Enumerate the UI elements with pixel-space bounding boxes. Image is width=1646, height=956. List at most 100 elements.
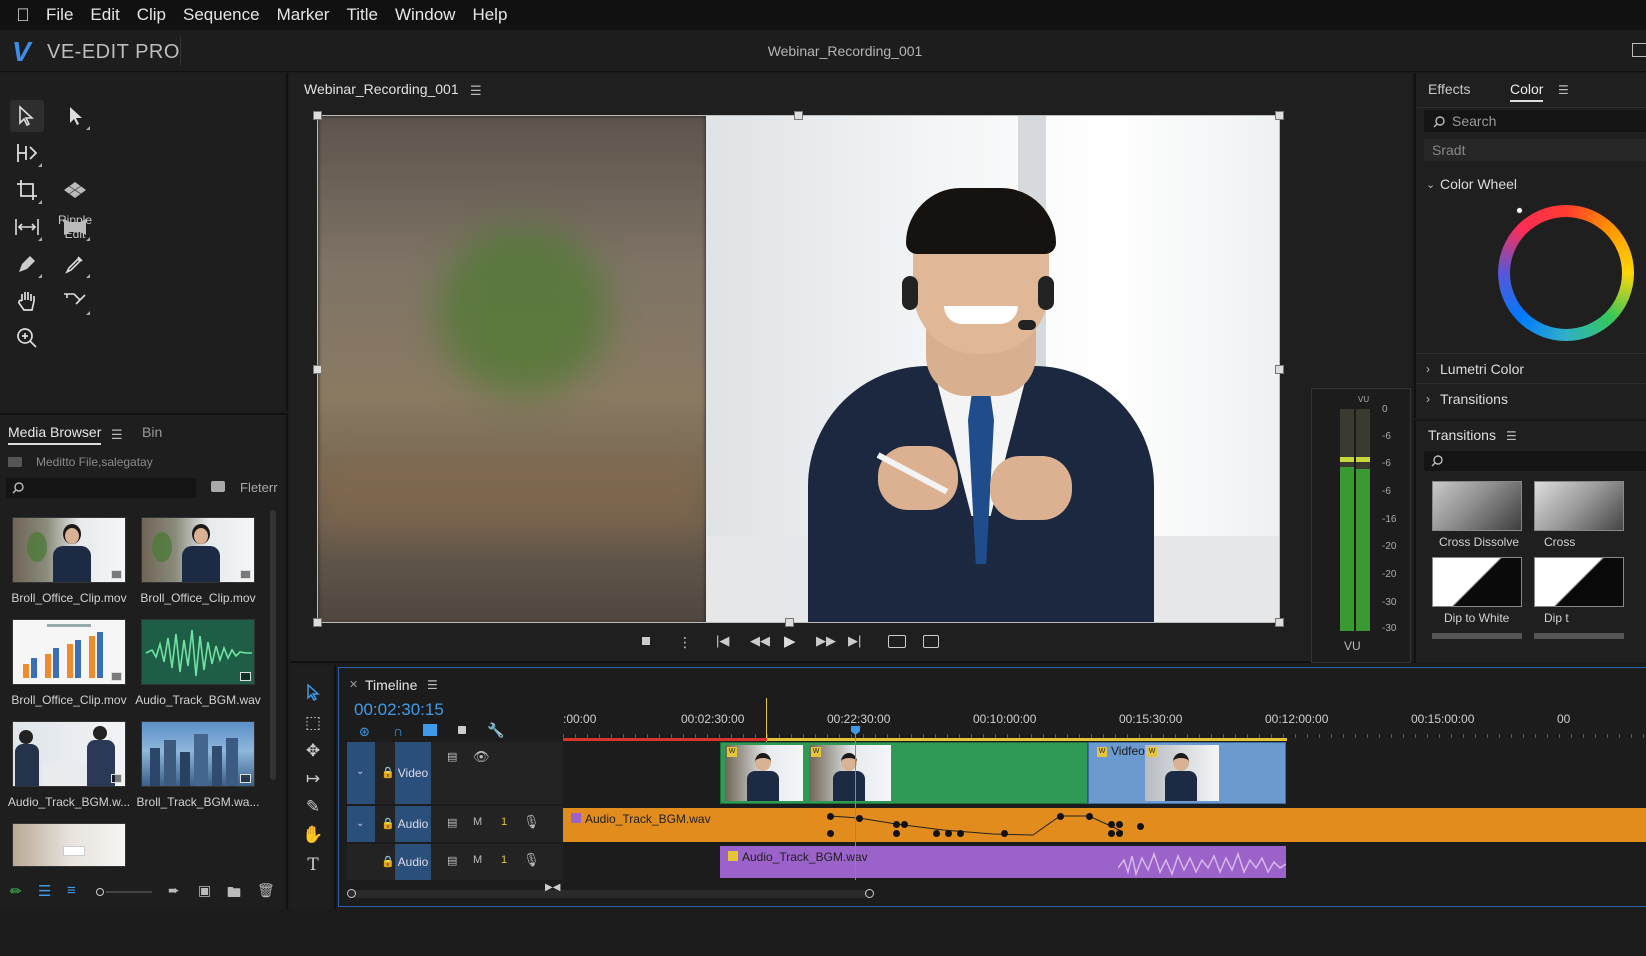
media-search-input[interactable] [6, 478, 196, 498]
keyframe[interactable] [1116, 830, 1123, 837]
sync-lock-icon[interactable]: ▤ [447, 816, 457, 829]
icon-view-icon[interactable]: ≡ [67, 882, 76, 899]
find-icon[interactable]: ▣ [198, 882, 211, 899]
media-thumb-5[interactable] [12, 721, 126, 787]
new-bin-icon[interactable]: 🖿 [227, 882, 241, 906]
step-back-icon[interactable]: ◀◀ [750, 633, 770, 649]
section-lumetri-color[interactable]: Lumetri Color [1440, 361, 1524, 377]
hand-tool-icon[interactable] [10, 285, 44, 317]
timeline-stretch-icon[interactable]: ↦ [300, 769, 326, 793]
slide-tool-icon[interactable] [58, 211, 92, 243]
transform-handle-bc[interactable] [785, 618, 794, 627]
linked-selection-icon[interactable] [423, 724, 437, 736]
transitions-scroll[interactable] [1432, 633, 1522, 639]
timeline-hand-icon[interactable]: ✋ [300, 825, 326, 849]
keyframe[interactable] [957, 830, 964, 837]
scroll-handle-right[interactable] [865, 889, 874, 898]
keyframe[interactable] [901, 821, 908, 828]
pencil-icon[interactable]: ✏ [10, 883, 22, 900]
go-to-out-icon[interactable]: ▶| [848, 633, 861, 649]
timeline-end-icon[interactable]: ▶◀ [545, 882, 560, 893]
media-thumb-7[interactable] [12, 823, 126, 867]
scroll-handle-left[interactable] [347, 889, 356, 898]
transform-handle-tc[interactable] [794, 111, 803, 120]
more-options-icon[interactable]: ⋮ [678, 634, 692, 651]
zoom-tool-icon[interactable] [10, 322, 44, 354]
list-view-icon[interactable]: ☰ [38, 882, 51, 900]
collapse-icon[interactable]: ⌄ [356, 818, 364, 829]
media-thumb-6[interactable] [141, 721, 255, 787]
timeline-ruler[interactable]: :00:00 00:02:30:00 00:22:30:00 00:10:00:… [563, 698, 1646, 742]
lock-icon[interactable]: 🔒 [381, 855, 395, 868]
crop-tool-icon[interactable] [10, 174, 44, 206]
pen-tool-icon[interactable] [10, 248, 44, 280]
rate-stretch-icon[interactable] [10, 211, 44, 243]
wrench-icon[interactable]: 🔧 [487, 722, 504, 739]
transitions-menu-icon[interactable]: ☰ [1506, 429, 1517, 443]
trash-icon[interactable]: 🗑 [257, 882, 275, 899]
transition-cross-dissolve[interactable] [1432, 481, 1522, 531]
keyframe[interactable] [856, 815, 863, 822]
transform-handle-tl[interactable] [313, 111, 322, 120]
timeline-menu-icon[interactable]: ☰ [427, 678, 438, 692]
timeline-select-icon[interactable] [300, 683, 326, 707]
color-panel-menu-icon[interactable]: ☰ [1558, 83, 1569, 97]
timeline-marquee-icon[interactable]: ⬚ [300, 713, 326, 737]
keyframe[interactable] [893, 830, 900, 837]
snap-icon[interactable]: ⊛ [359, 724, 370, 740]
transform-handle-tr[interactable] [1275, 111, 1284, 120]
video-clip-blue[interactable]: W Vidfeo W [1088, 742, 1286, 804]
menu-title[interactable]: Title [346, 5, 378, 25]
keyframe[interactable] [827, 813, 834, 820]
audio-clip-bgm-2[interactable]: Audio_Track_BGM.wav [720, 846, 1286, 878]
go-to-in-icon[interactable]: |◀ [716, 633, 729, 649]
transition-dip-to-white[interactable] [1432, 557, 1522, 607]
timeline-move-icon[interactable]: ✥ [300, 741, 326, 765]
keyframe[interactable] [1001, 830, 1008, 837]
keyframe[interactable] [1108, 821, 1115, 828]
timeline-timecode[interactable]: 00:02:30:15 [354, 700, 444, 720]
mute-button[interactable]: M [473, 816, 482, 828]
insert-icon[interactable] [888, 635, 906, 648]
camera-icon[interactable] [211, 481, 225, 492]
menu-marker[interactable]: Marker [277, 5, 330, 25]
tab-media-browser[interactable]: Media Browser [8, 424, 102, 445]
effects-field[interactable]: Sradt [1424, 139, 1646, 161]
play-icon[interactable]: ▶ [784, 632, 796, 650]
menu-help[interactable]: Help [472, 5, 507, 25]
lock-icon[interactable]: 🔒 [381, 817, 395, 830]
media-scrollbar[interactable] [270, 510, 276, 780]
tab-bin[interactable]: Bin [142, 424, 162, 440]
timeline-type-icon[interactable]: T [300, 855, 326, 879]
section-transitions[interactable]: Transitions [1440, 391, 1508, 407]
transitions-search-input[interactable] [1424, 451, 1646, 471]
keyframe[interactable] [1137, 823, 1144, 830]
slip-tool-icon[interactable] [58, 174, 92, 206]
stop-icon[interactable] [642, 637, 650, 645]
filter-label[interactable]: Fleterr [240, 480, 278, 495]
track-select-icon[interactable] [58, 100, 92, 132]
track-name-audio-1[interactable]: Audio [395, 806, 431, 842]
media-thumb-3[interactable] [12, 619, 126, 685]
color-wheel-handle[interactable] [1516, 207, 1523, 214]
transform-handle-mr[interactable] [1275, 365, 1284, 374]
magnet-icon[interactable]: ∩ [393, 723, 403, 739]
transform-handle-br[interactable] [1275, 618, 1284, 627]
microphone-icon[interactable]: 🎙 [523, 814, 540, 830]
ripple-edit-icon[interactable] [10, 137, 44, 169]
collapse-icon[interactable]: ⌄ [356, 766, 364, 777]
program-video-frame[interactable] [317, 115, 1280, 623]
marker-icon[interactable] [458, 726, 466, 734]
zoom-slider[interactable] [106, 891, 152, 893]
microphone-icon[interactable]: 🎙 [523, 852, 540, 868]
playhead-line[interactable] [855, 730, 856, 880]
keyframe[interactable] [827, 830, 834, 837]
effects-search-input[interactable]: Search [1424, 110, 1646, 132]
media-thumb-2[interactable] [141, 517, 255, 583]
selection-tool-icon[interactable] [10, 100, 44, 132]
mute-button[interactable]: M [473, 854, 482, 866]
media-thumb-4[interactable] [141, 619, 255, 685]
lock-icon[interactable]: 🔒 [381, 766, 395, 779]
color-wheel[interactable] [1498, 205, 1634, 341]
close-icon[interactable]: ✕ [349, 678, 358, 691]
